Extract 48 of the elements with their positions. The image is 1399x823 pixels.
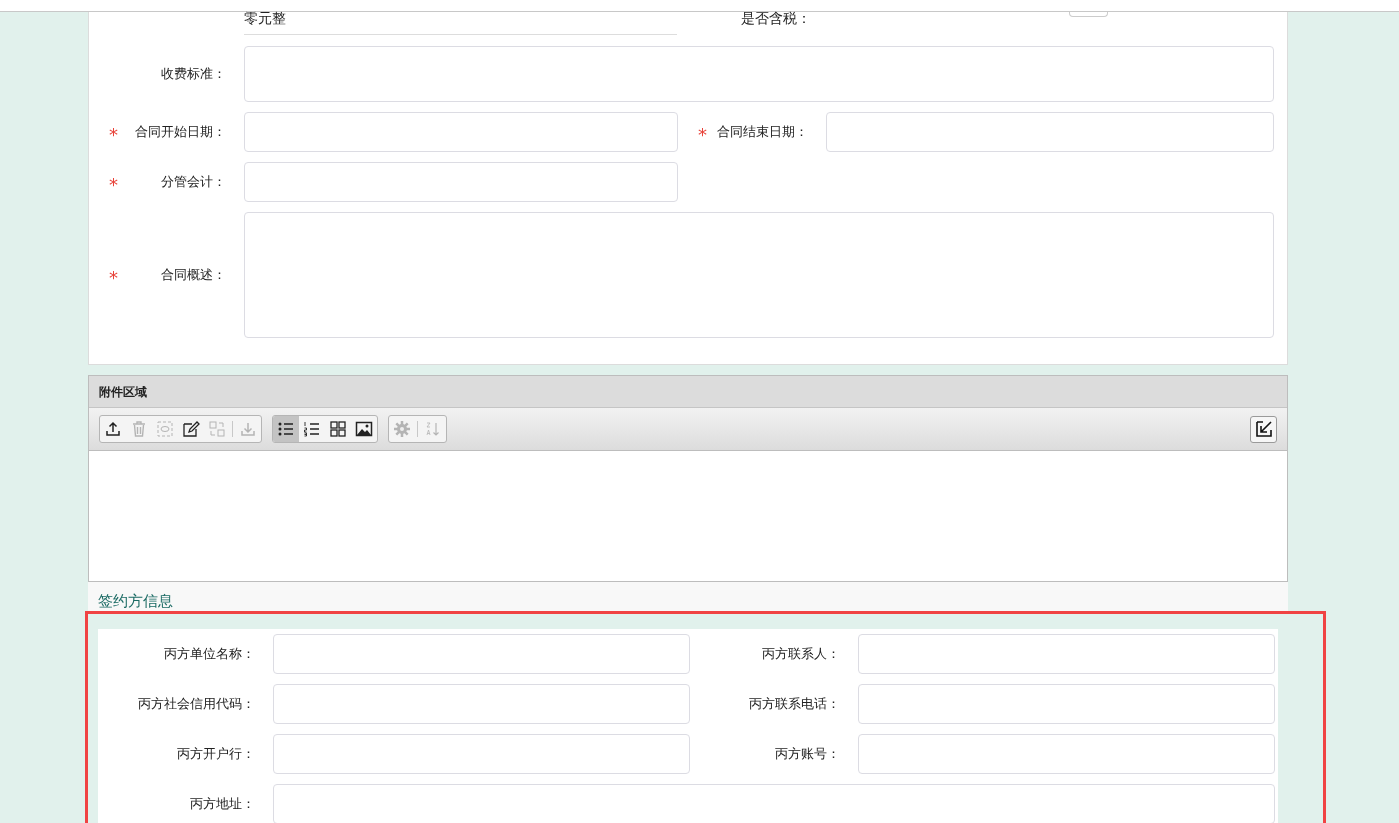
field-label: 丙方开户行： — [177, 745, 255, 764]
upload-icon — [104, 420, 122, 438]
amount-text: 零元整 — [244, 12, 677, 35]
input-field[interactable] — [858, 684, 1275, 724]
field-label: 分管会计： — [161, 173, 226, 192]
input-field[interactable] — [273, 784, 1275, 823]
field-label: 丙方联系电话： — [749, 695, 840, 714]
text-area[interactable] — [244, 46, 1274, 102]
field-label: 丙方单位名称： — [164, 645, 255, 664]
sort-icon — [424, 420, 442, 438]
field-label: 丙方联系人： — [762, 645, 840, 664]
collapse-button[interactable] — [1250, 415, 1277, 443]
field-label: 是否含税： — [741, 12, 812, 26]
required-mark: * — [109, 125, 118, 144]
collapse-arrow-icon — [1254, 420, 1273, 438]
field-label: 丙方账号： — [775, 745, 840, 764]
panel-title: 附件区域 — [99, 383, 147, 401]
field-label: 丙方社会信用代码： — [138, 695, 255, 714]
required-mark: * — [109, 268, 118, 287]
input-field[interactable] — [244, 162, 678, 202]
numbered-list-icon — [303, 420, 321, 438]
text-area[interactable] — [244, 212, 1274, 338]
field-label: 合同结束日期： — [717, 123, 808, 142]
field-label: 收费标准： — [161, 65, 226, 84]
swap-icon — [208, 420, 226, 438]
tax-select-field[interactable] — [1069, 12, 1108, 17]
required-mark: * — [109, 175, 118, 194]
input-field[interactable] — [273, 634, 690, 674]
grid-icon — [329, 420, 347, 438]
input-field[interactable] — [858, 734, 1275, 774]
required-mark: * — [698, 125, 707, 144]
input-field[interactable] — [273, 734, 690, 774]
input-field[interactable] — [244, 112, 678, 152]
field-label: 合同概述： — [161, 266, 226, 285]
eye-icon — [156, 420, 174, 438]
trash-icon — [130, 420, 148, 438]
list-icon — [277, 420, 295, 438]
section-title: 签约方信息 — [98, 592, 173, 610]
input-field[interactable] — [858, 634, 1275, 674]
settings-icon — [393, 420, 411, 438]
pencil-icon — [182, 420, 200, 438]
field-label: 丙方地址： — [190, 795, 255, 814]
input-field[interactable] — [273, 684, 690, 724]
field-label: 合同开始日期： — [135, 123, 226, 142]
image-icon — [355, 420, 373, 438]
download-icon — [239, 420, 257, 438]
input-field[interactable] — [826, 112, 1274, 152]
list-button[interactable] — [273, 416, 299, 442]
